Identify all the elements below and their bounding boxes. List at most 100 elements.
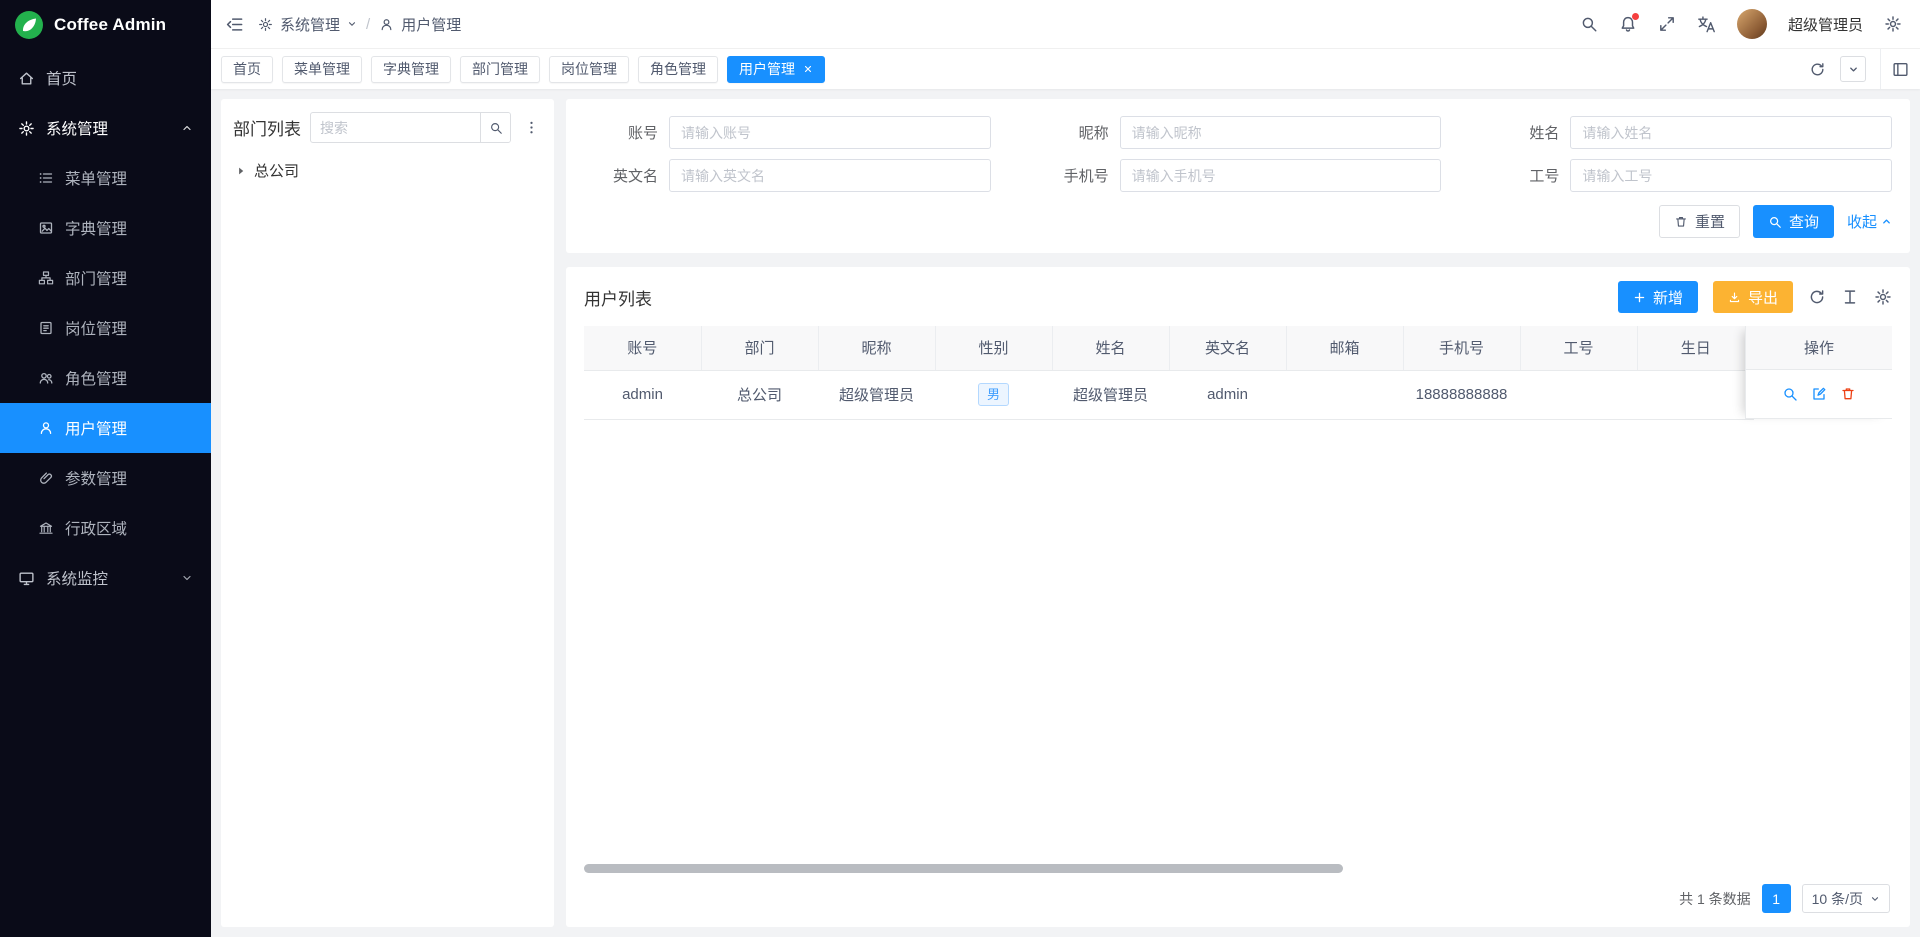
user-list-tools: 新增 导出 [1618,281,1892,313]
topbar: 系统管理 / 用户管理 [211,0,1920,49]
sidebar-item-dictionary-management[interactable]: 字典管理 [0,203,211,253]
delete-icon[interactable] [1840,386,1856,402]
column-header-operations: 操作 [1745,326,1892,370]
cell-department: 总公司 [701,370,818,419]
department-search-button[interactable] [480,113,510,142]
account-input[interactable] [669,116,991,149]
breadcrumb: 系统管理 / 用户管理 [258,14,461,35]
department-panel-header: 部门列表 [233,112,542,143]
notification-bell-icon[interactable] [1619,15,1637,33]
department-more-menu[interactable] [520,120,542,135]
search-form: 账号 昵称 姓名 英文名 [584,116,1892,192]
edit-icon[interactable] [1811,386,1827,402]
tab-department-management[interactable]: 部门管理 [460,56,540,83]
sidebar-item-label: 系统监控 [46,567,108,589]
sidebar-collapse-icon[interactable] [225,15,244,34]
breadcrumb-separator: / [366,16,370,33]
job-number-input[interactable] [1570,159,1892,192]
cell-nickname: 超级管理员 [818,370,935,419]
chevron-up-icon [181,122,193,134]
form-item-english-name: 英文名 [584,159,991,192]
tab-label: 用户管理 [739,59,795,79]
tab-actions-dropdown[interactable] [1840,56,1866,82]
tab-label: 岗位管理 [561,59,617,79]
search-form-actions: 重置 查询 收起 [584,205,1892,238]
settings-gear-icon[interactable] [1884,15,1902,33]
avatar[interactable] [1737,9,1767,39]
tab-role-management[interactable]: 角色管理 [638,56,718,83]
sidebar-item-role-management[interactable]: 角色管理 [0,353,211,403]
tab-menu-management[interactable]: 菜单管理 [282,56,362,83]
tab-home[interactable]: 首页 [221,56,273,83]
tab-post-management[interactable]: 岗位管理 [549,56,629,83]
refresh-icon[interactable] [1808,288,1826,306]
tab-label: 字典管理 [383,59,439,79]
chevron-down-icon [347,19,357,29]
table-row[interactable]: admin 总公司 超级管理员 男 超级管理员 admin 1888888888… [584,370,1754,419]
translate-icon[interactable] [1697,15,1716,34]
sidebar-item-system-management[interactable]: 系统管理 [0,103,211,153]
download-icon [1728,291,1741,304]
department-search-input[interactable] [311,120,480,136]
sidebar-item-department-management[interactable]: 部门管理 [0,253,211,303]
bank-icon [38,520,54,536]
caret-right-icon[interactable] [235,165,247,177]
sidebar-item-menu-management[interactable]: 菜单管理 [0,153,211,203]
page-number-button[interactable]: 1 [1762,884,1791,913]
user-list-header: 用户列表 新增 [584,281,1892,313]
department-tree-node-root[interactable]: 总公司 [233,157,542,184]
account-label: 账号 [584,122,658,143]
query-button[interactable]: 查询 [1753,205,1834,238]
column-header-gender: 性别 [935,326,1052,370]
scrollbar-thumb[interactable] [584,864,1343,873]
phone-input[interactable] [1120,159,1442,192]
sidebar-item-user-management[interactable]: 用户管理 [0,403,211,453]
search-icon [1768,215,1782,229]
user-icon [379,17,394,32]
row-density-icon[interactable] [1841,288,1859,306]
gender-tag: 男 [978,383,1009,407]
english-name-input[interactable] [669,159,991,192]
column-settings-gear-icon[interactable] [1874,288,1892,306]
app-title: Coffee Admin [54,15,166,35]
export-button[interactable]: 导出 [1713,281,1793,313]
tab-user-management[interactable]: 用户管理 [727,56,825,83]
search-icon[interactable] [1580,15,1598,33]
nickname-label: 昵称 [1035,122,1109,143]
chevron-down-icon [1870,894,1880,904]
sidebar-item-system-monitor[interactable]: 系统监控 [0,553,211,603]
tab-close-icon[interactable] [803,64,813,74]
cell-english-name: admin [1169,370,1286,419]
username[interactable]: 超级管理员 [1788,14,1863,35]
breadcrumb-item[interactable]: 系统管理 [280,14,340,35]
app-root: Coffee Admin 首页 系统管理 [0,0,1920,937]
collapse-link[interactable]: 收起 [1847,211,1892,232]
table-header-row: 账号 部门 昵称 性别 姓名 英文名 邮箱 手机号 工号 生日 [584,326,1754,370]
name-input[interactable] [1570,116,1892,149]
phone-label: 手机号 [1035,165,1109,186]
refresh-icon[interactable] [1809,61,1826,78]
plus-icon [1633,291,1646,304]
content-fullscreen-icon[interactable] [1880,49,1920,89]
sidebar-item-home[interactable]: 首页 [0,53,211,103]
add-button[interactable]: 新增 [1618,281,1698,313]
query-button-label: 查询 [1789,211,1819,232]
user-table-grid: 账号 部门 昵称 性别 姓名 英文名 邮箱 手机号 工号 生日 [584,326,1754,420]
sidebar-item-label: 行政区域 [65,517,127,539]
cell-job-number [1520,370,1637,419]
sidebar-item-post-management[interactable]: 岗位管理 [0,303,211,353]
fullscreen-icon[interactable] [1658,15,1676,33]
tab-dictionary-management[interactable]: 字典管理 [371,56,451,83]
app-logo[interactable]: Coffee Admin [0,0,211,49]
export-button-label: 导出 [1748,287,1778,308]
view-icon[interactable] [1782,386,1798,402]
cell-phone: 18888888888 [1403,370,1520,419]
sidebar-item-parameter-management[interactable]: 参数管理 [0,453,211,503]
nickname-input[interactable] [1120,116,1442,149]
page-size-select[interactable]: 10 条/页 [1802,884,1890,913]
sidebar-item-administrative-region[interactable]: 行政区域 [0,503,211,553]
sidebar-item-label: 字典管理 [65,217,127,239]
pagination: 共 1 条数据 1 10 条/页 [584,875,1892,919]
reset-button[interactable]: 重置 [1659,205,1740,238]
user-table: 账号 部门 昵称 性别 姓名 英文名 邮箱 手机号 工号 生日 [584,326,1892,861]
